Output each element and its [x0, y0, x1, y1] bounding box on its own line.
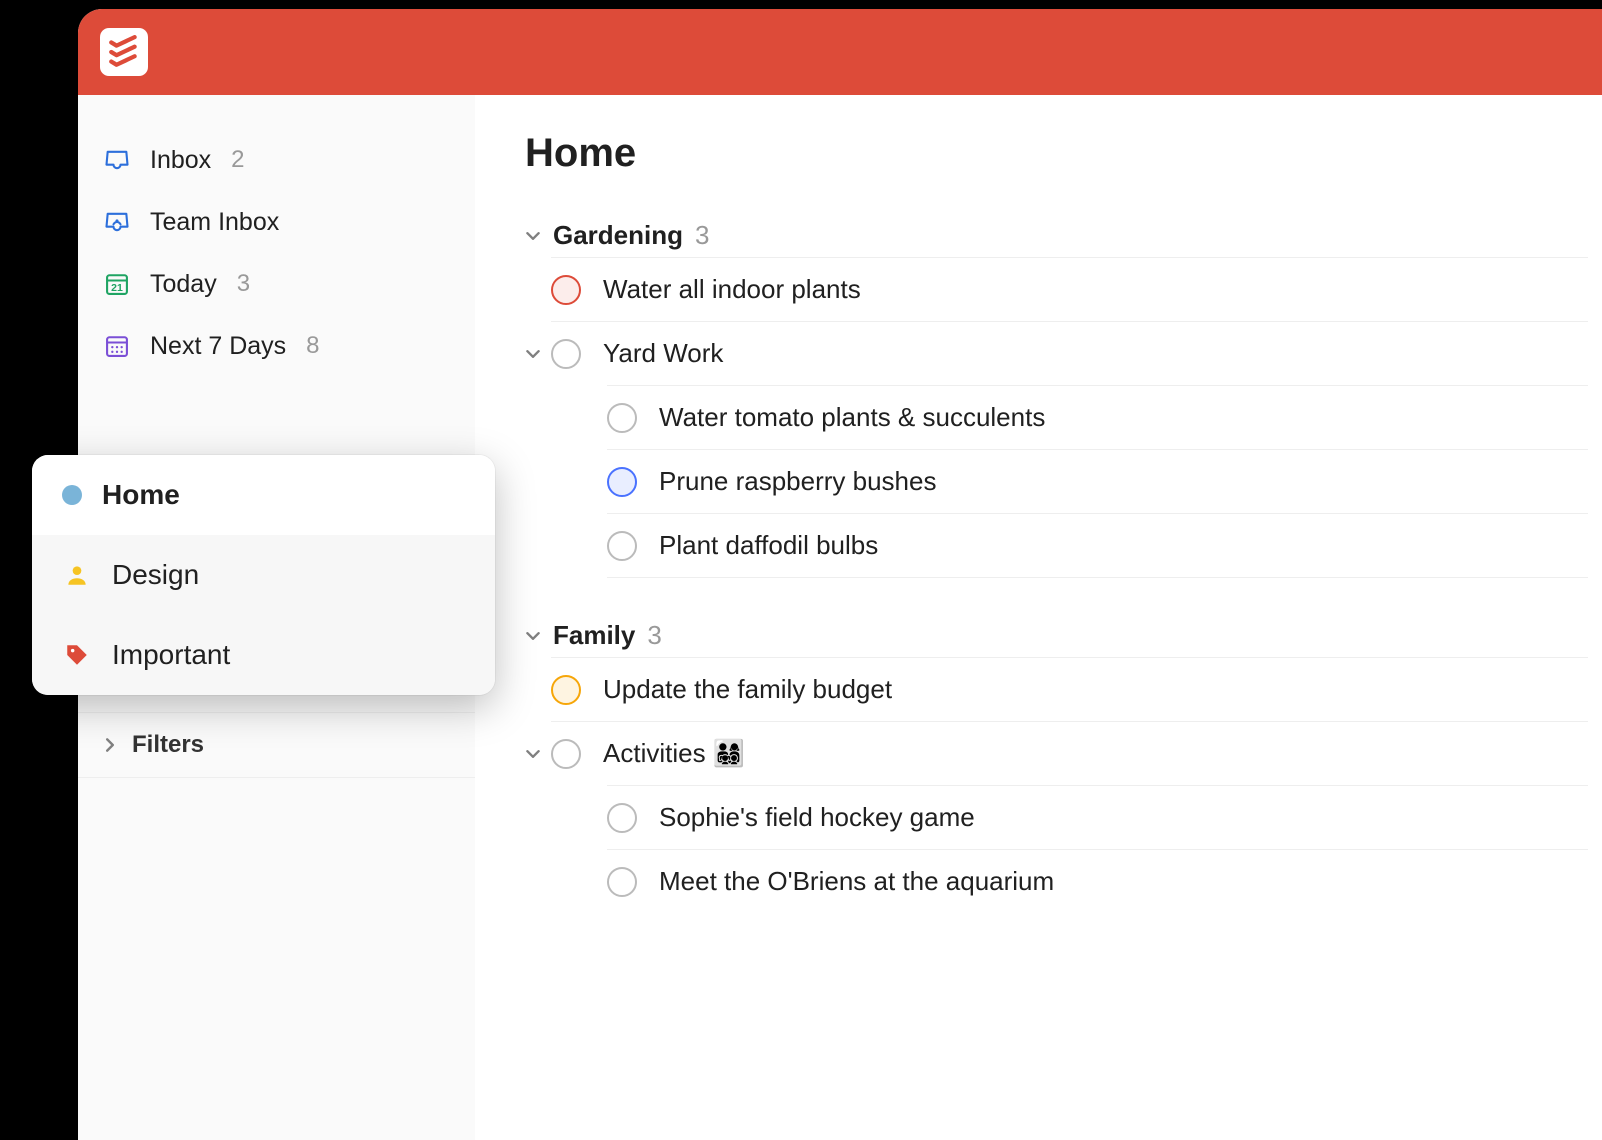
calendar-today-icon: 21 [102, 269, 132, 299]
sidebar-item-next-7-days[interactable]: Next 7 Days 8 [78, 315, 475, 377]
popover-item-home[interactable]: Home [32, 455, 495, 535]
sidebar-item-team-inbox[interactable]: Team Inbox [78, 191, 475, 253]
task-checkbox[interactable] [607, 403, 637, 433]
popover-item-important[interactable]: Important [32, 615, 495, 695]
task-row[interactable]: Meet the O'Briens at the aquarium [607, 849, 1588, 913]
todoist-logo[interactable] [100, 28, 148, 76]
task-title: Meet the O'Briens at the aquarium [659, 866, 1588, 897]
task-checkbox[interactable] [551, 739, 581, 769]
section-header[interactable]: Gardening 3 [525, 220, 1588, 257]
task-row[interactable]: Update the family budget [551, 657, 1588, 721]
project-section: Family 3 Update the family budget Activi… [525, 620, 1588, 913]
task-title: Water tomato plants & succulents [659, 402, 1588, 433]
calendar-week-icon [102, 331, 132, 361]
chevron-down-icon [525, 628, 541, 644]
project-picker-popover: Home Design Important [32, 455, 495, 695]
task-title: Sophie's field hockey game [659, 802, 1588, 833]
task-checkbox[interactable] [607, 867, 637, 897]
chevron-down-icon[interactable] [525, 346, 541, 362]
task-title: Plant daffodil bulbs [659, 530, 1588, 561]
todoist-logo-icon [107, 35, 141, 69]
tag-icon [62, 640, 92, 670]
sidebar-section-label: Filters [132, 731, 204, 759]
user-icon [62, 560, 92, 590]
sidebar-item-label: Today [150, 270, 217, 299]
task-row[interactable]: Activities 👨‍👩‍👧‍👦 [551, 721, 1588, 785]
task-row[interactable]: Plant daffodil bulbs [607, 513, 1588, 578]
section-name: Gardening [553, 220, 683, 251]
popover-item-label: Home [102, 479, 180, 511]
sidebar-item-count: 2 [231, 146, 244, 174]
task-row[interactable]: Water all indoor plants [551, 257, 1588, 321]
task-title: Water all indoor plants [603, 274, 1588, 305]
task-title: Activities 👨‍👩‍👧‍👦 [603, 738, 1588, 769]
section-count: 3 [647, 620, 661, 651]
section-header[interactable]: Family 3 [525, 620, 1588, 657]
task-title: Update the family budget [603, 674, 1588, 705]
task-row[interactable]: Prune raspberry bushes [607, 449, 1588, 513]
task-checkbox[interactable] [607, 531, 637, 561]
popover-item-label: Design [112, 559, 199, 591]
sidebar-item-count: 8 [306, 332, 319, 360]
chevron-right-icon [102, 737, 118, 753]
chevron-down-icon[interactable] [525, 746, 541, 762]
task-title: Prune raspberry bushes [659, 466, 1588, 497]
task-row[interactable]: Water tomato plants & succulents [607, 385, 1588, 449]
task-row[interactable]: Yard Work [551, 321, 1588, 385]
project-section: Gardening 3 Water all indoor plants Yard… [525, 220, 1588, 578]
task-checkbox[interactable] [551, 275, 581, 305]
section-name: Family [553, 620, 635, 651]
task-row[interactable]: Sophie's field hockey game [607, 785, 1588, 849]
task-checkbox[interactable] [607, 467, 637, 497]
task-checkbox[interactable] [607, 803, 637, 833]
task-checkbox[interactable] [551, 339, 581, 369]
sidebar-item-inbox[interactable]: Inbox 2 [78, 129, 475, 191]
page-title: Home [525, 131, 1588, 176]
chevron-down-icon [525, 228, 541, 244]
top-bar [78, 9, 1602, 95]
sidebar-item-label: Inbox [150, 146, 211, 175]
team-inbox-icon [102, 207, 132, 237]
sidebar-section-filters[interactable]: Filters [78, 713, 475, 778]
task-checkbox[interactable] [551, 675, 581, 705]
project-color-dot-icon [62, 485, 82, 505]
sidebar-item-label: Team Inbox [150, 208, 279, 237]
section-count: 3 [695, 220, 709, 251]
task-title: Yard Work [603, 338, 1588, 369]
popover-item-label: Important [112, 639, 230, 671]
main-content: Home Gardening 3 Water all indoor plants [475, 95, 1602, 1140]
sidebar-item-today[interactable]: 21 Today 3 [78, 253, 475, 315]
svg-text:21: 21 [111, 282, 123, 294]
sidebar-item-count: 3 [237, 270, 250, 298]
inbox-icon [102, 145, 132, 175]
popover-item-design[interactable]: Design [32, 535, 495, 615]
sidebar-item-label: Next 7 Days [150, 332, 286, 361]
